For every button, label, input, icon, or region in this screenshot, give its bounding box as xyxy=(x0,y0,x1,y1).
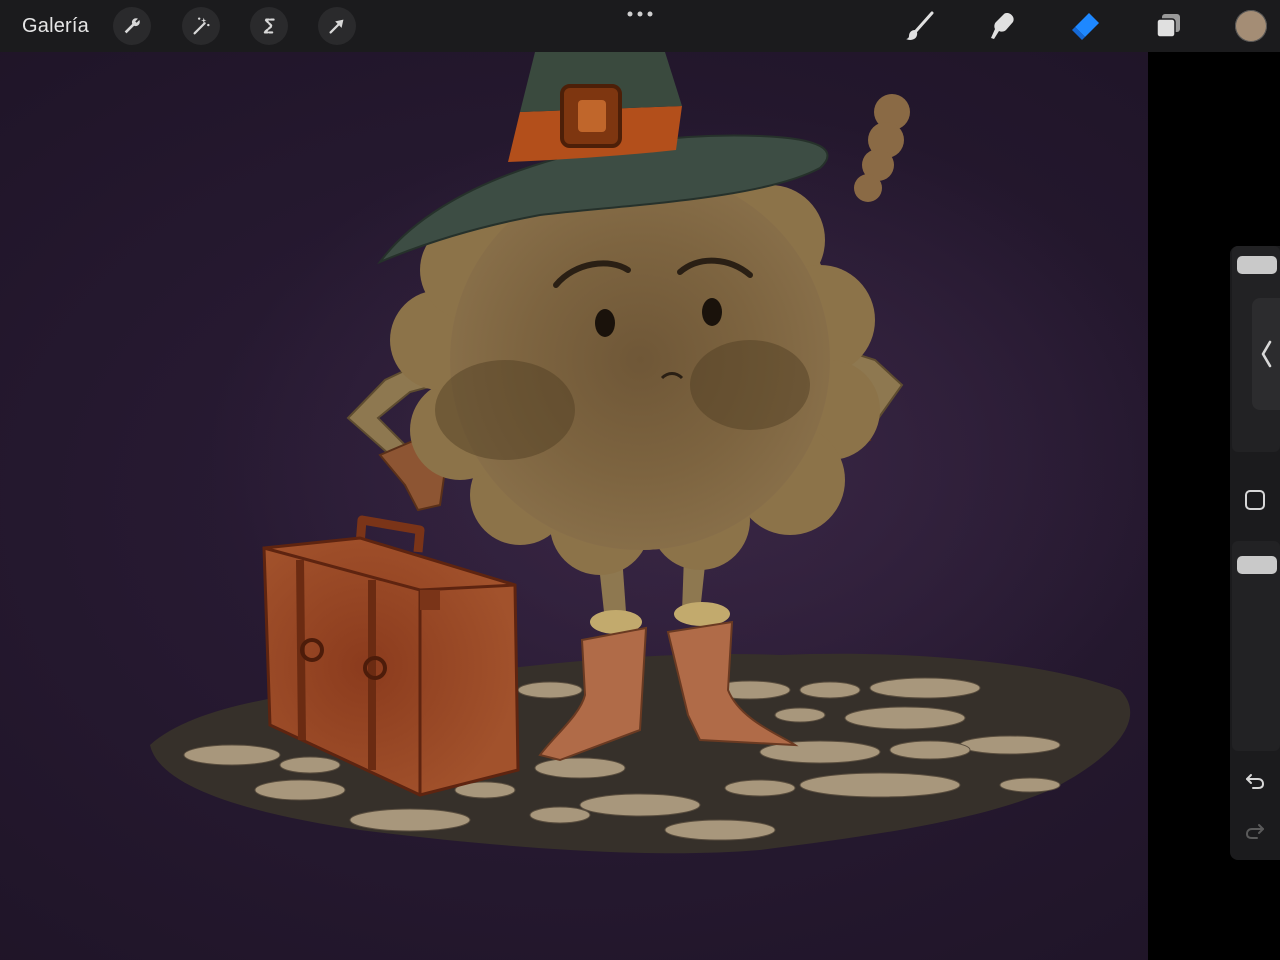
smoke-puff xyxy=(854,94,910,202)
modify-square-icon xyxy=(1245,490,1265,510)
color-picker-button[interactable] xyxy=(1235,10,1267,42)
wrench-icon xyxy=(124,18,140,34)
side-toolbar xyxy=(1230,246,1280,860)
drawing-canvas[interactable] xyxy=(0,52,1166,960)
magic-wand-icon xyxy=(193,17,210,35)
erase-tool-button[interactable] xyxy=(1066,8,1104,44)
selection-s-icon xyxy=(263,18,275,34)
smudge-tool-button[interactable] xyxy=(983,8,1021,44)
arrow-cursor-icon xyxy=(329,19,344,34)
brush-icon xyxy=(906,11,934,40)
redo-icon xyxy=(1245,824,1264,839)
paint-tool-button[interactable] xyxy=(901,8,939,44)
layers-button[interactable] xyxy=(1149,8,1187,44)
opacity-slider[interactable] xyxy=(1232,541,1280,751)
gallery-button[interactable]: Galería xyxy=(22,12,89,40)
undo-button[interactable] xyxy=(1242,768,1268,794)
chevron-left-icon xyxy=(1261,340,1272,368)
brush-size-thumb[interactable] xyxy=(1237,255,1277,274)
redo-button[interactable] xyxy=(1242,818,1268,844)
layers-icon xyxy=(1156,14,1180,38)
sidebar-expand-button[interactable] xyxy=(1252,298,1280,410)
eraser-icon xyxy=(1072,13,1099,40)
transform-button[interactable] xyxy=(318,7,356,45)
undo-icon xyxy=(1246,774,1265,789)
top-toolbar: Galería xyxy=(0,0,1280,52)
selection-button[interactable] xyxy=(250,7,288,45)
actions-button[interactable] xyxy=(113,7,151,45)
smudge-icon xyxy=(991,13,1014,39)
adjustments-button[interactable] xyxy=(182,7,220,45)
opacity-thumb[interactable] xyxy=(1237,556,1277,574)
artwork xyxy=(150,52,1131,854)
modify-button[interactable] xyxy=(1243,488,1267,512)
ellipsis-icon xyxy=(627,11,653,17)
more-options-button[interactable] xyxy=(620,2,660,26)
